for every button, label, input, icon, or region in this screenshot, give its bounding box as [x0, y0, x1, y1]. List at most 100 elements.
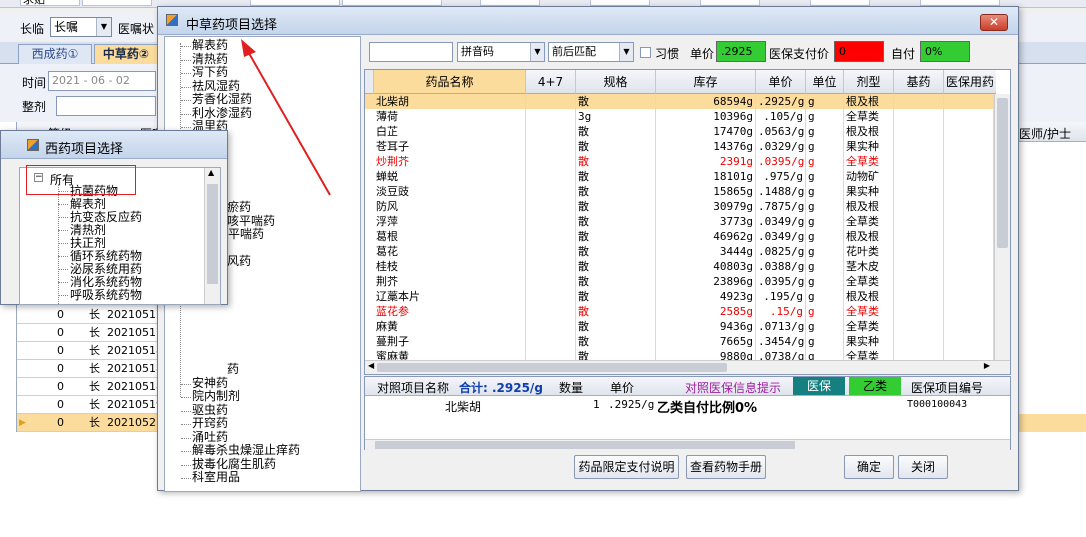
tree-item[interactable]: 清热药 — [192, 52, 228, 66]
tree-item[interactable]: 芳香化湿药 — [192, 93, 252, 106]
scroll-right-icon[interactable]: ▶ — [984, 361, 990, 370]
self-pay-value: 0% — [920, 41, 970, 62]
long-temp-select[interactable]: 长嘱 ▼ — [50, 17, 112, 37]
cell-spec: 散 — [576, 139, 656, 154]
chevron-down-icon[interactable]: ▼ — [619, 43, 633, 61]
scroll-up-icon[interactable]: ▲ — [208, 168, 214, 177]
tree-item[interactable]: 解毒杀虫燥湿止痒药 — [192, 444, 300, 457]
cell-unit: g — [806, 334, 844, 349]
cell-price: .0713/g — [758, 319, 806, 334]
close-dialog-button[interactable]: 关闭 — [898, 455, 948, 479]
vertical-scrollbar[interactable] — [994, 94, 1010, 360]
tree-item[interactable]: 祛风湿药 — [192, 79, 240, 93]
table-row[interactable]: 0 长 20210518 — [17, 342, 163, 360]
tree-item[interactable]: 拔毒化腐生肌药 — [192, 457, 276, 471]
habit-checkbox[interactable] — [640, 47, 651, 58]
table-row[interactable]: 0 长 20210518 — [17, 378, 163, 396]
cell-stock: 46962g — [656, 229, 756, 244]
search-mode-select[interactable]: 拼音码 ▼ — [457, 42, 545, 62]
whole-dose-input[interactable] — [56, 96, 156, 116]
col-header-stock[interactable]: 库存 — [656, 70, 756, 94]
table-row[interactable]: 葛花 散 3444g .0825/g g 花叶类 — [365, 244, 1010, 259]
close-button[interactable]: ✕ — [980, 14, 1008, 31]
cell-unit: g — [806, 259, 844, 274]
col-header-unit[interactable]: 单位 — [806, 70, 844, 94]
scroll-left-icon[interactable]: ◀ — [368, 361, 374, 370]
tree-item[interactable]: 风药 — [227, 255, 251, 268]
tree-item[interactable]: 药 — [227, 363, 239, 376]
table-row[interactable]: 荆芥 散 23896g .0395/g g 全草类 — [365, 274, 1010, 289]
table-row[interactable]: 蝉蜕 散 18101g .975/g g 动物矿 — [365, 169, 1010, 184]
dialog-title: 西药项目选择 — [45, 142, 124, 157]
table-row[interactable]: 辽藁本片 散 4923g .195/g g 根及根 — [365, 289, 1010, 304]
table-row[interactable]: 蓝花参 散 2585g .15/g g 全草类 — [365, 304, 1010, 319]
view-manual-button[interactable]: 查看药物手册 — [686, 455, 766, 479]
table-row[interactable]: 防风 散 30979g .7875/g g 根及根 — [365, 199, 1010, 214]
tree-item[interactable]: 开窍药 — [192, 417, 228, 430]
horizontal-scrollbar[interactable] — [365, 439, 1010, 450]
horizontal-scrollbar[interactable]: ◀ ▶ — [365, 360, 1010, 374]
table-row[interactable]: 苍耳子 散 14376g .0329/g g 果实种 — [365, 139, 1010, 154]
col-header-4plus7[interactable]: 4+7 — [526, 70, 576, 94]
tree-branch — [181, 451, 191, 452]
col-header-insurance-drug[interactable]: 医保用药 — [944, 70, 996, 94]
tab-western-medicine[interactable]: 西成药① — [18, 44, 92, 64]
table-row[interactable]: 0 长 20210517 — [17, 306, 163, 324]
tree-item[interactable]: 驱虫药 — [192, 403, 228, 417]
cell-type: 全草类 — [844, 214, 894, 229]
table-row[interactable]: 炒荆芥 散 2391g .0395/g g 全草类 — [365, 154, 1010, 169]
table-row[interactable]: 0 长 20210518 — [17, 360, 163, 378]
table-row[interactable]: 薄荷 3g 10396g .105/g g 全草类 — [365, 109, 1010, 124]
insurance-tag: 医保 — [793, 377, 845, 395]
col-header-price[interactable]: 单价 — [756, 70, 806, 94]
vertical-scrollbar[interactable]: ▲ — [204, 168, 220, 304]
col-header-dosage-form[interactable]: 剂型 — [844, 70, 894, 94]
table-row[interactable]: 北柴胡 散 68594g .2925/g g 根及根 — [365, 94, 1010, 109]
table-row[interactable]: 0 长 20210517 — [17, 324, 163, 342]
top-cell[interactable]: 求贴 — [20, 0, 80, 6]
dialog-title: 中草药项目选择 — [186, 18, 278, 33]
col-header-basic-drug[interactable]: 基药 — [894, 70, 944, 94]
tree-item[interactable]: 呼吸系统药物 — [70, 289, 142, 302]
cell-price: .0388/g — [758, 259, 806, 274]
cell-stock: 3444g — [656, 244, 756, 259]
table-row[interactable]: 浮萍 散 3773g .0349/g g 全草类 — [365, 214, 1010, 229]
tree-item[interactable]: 瘀药 — [227, 201, 251, 214]
table-row[interactable]: 麻黄 散 9436g .0713/g g 全草类 — [365, 319, 1010, 334]
cell-empty — [894, 214, 944, 229]
table-row[interactable]: 桂枝 散 40803g .0388/g g 茎木皮 — [365, 259, 1010, 274]
cell-price: .2925/g — [758, 94, 806, 109]
scrollbar-thumb[interactable] — [207, 184, 218, 284]
tree-item[interactable]: 泻下药 — [192, 66, 228, 79]
search-input[interactable] — [369, 42, 453, 62]
tree-item[interactable]: 涌吐药 — [192, 430, 228, 444]
scrollbar-thumb[interactable] — [375, 441, 795, 449]
tree-item[interactable]: 解表药 — [192, 39, 228, 52]
table-row[interactable]: 0 长 20210519 — [17, 396, 163, 414]
table-row[interactable]: ▶ 0 长 20210521 — [17, 414, 163, 432]
limit-payment-button[interactable]: 药品限定支付说明 — [574, 455, 679, 479]
scrollbar-thumb[interactable] — [997, 98, 1008, 248]
col-header-spec[interactable]: 规格 — [576, 70, 656, 94]
tree-item[interactable]: 安神药 — [192, 376, 228, 390]
comparison-row[interactable]: 北柴胡 1 .2925/g 乙类自付比例0% T000100043 — [365, 396, 1010, 420]
tree-item[interactable]: 利水渗湿药 — [192, 106, 252, 120]
chevron-down-icon[interactable]: ▼ — [530, 43, 544, 61]
tree-item[interactable]: 咳平喘药 — [227, 214, 275, 228]
date-input[interactable]: 2021 - 06 - 02 — [48, 71, 156, 91]
tree-item[interactable]: 院内制剂 — [192, 390, 240, 403]
ok-button[interactable]: 确定 — [844, 455, 894, 479]
table-row[interactable]: 蔓荆子 散 7665g .3454/g g 果实种 — [365, 334, 1010, 349]
top-cell[interactable] — [82, 0, 152, 6]
cell-price: .0349/g — [758, 214, 806, 229]
table-row[interactable]: 白芷 散 17470g .0563/g g 根及根 — [365, 124, 1010, 139]
cell-price: .3454/g — [758, 334, 806, 349]
table-row[interactable]: 淡豆豉 散 15865g .1488/g g 果实种 — [365, 184, 1010, 199]
col-header-drug-name[interactable]: 药品名称 — [374, 70, 526, 94]
match-mode-select[interactable]: 前后匹配 ▼ — [548, 42, 634, 62]
tab-herbal-medicine[interactable]: 中草药② — [94, 44, 158, 64]
chevron-down-icon[interactable]: ▼ — [96, 18, 111, 36]
scrollbar-thumb[interactable] — [377, 363, 727, 372]
tree-item[interactable]: 科室用品 — [192, 471, 240, 484]
table-row[interactable]: 葛根 散 46962g .0349/g g 根及根 — [365, 229, 1010, 244]
